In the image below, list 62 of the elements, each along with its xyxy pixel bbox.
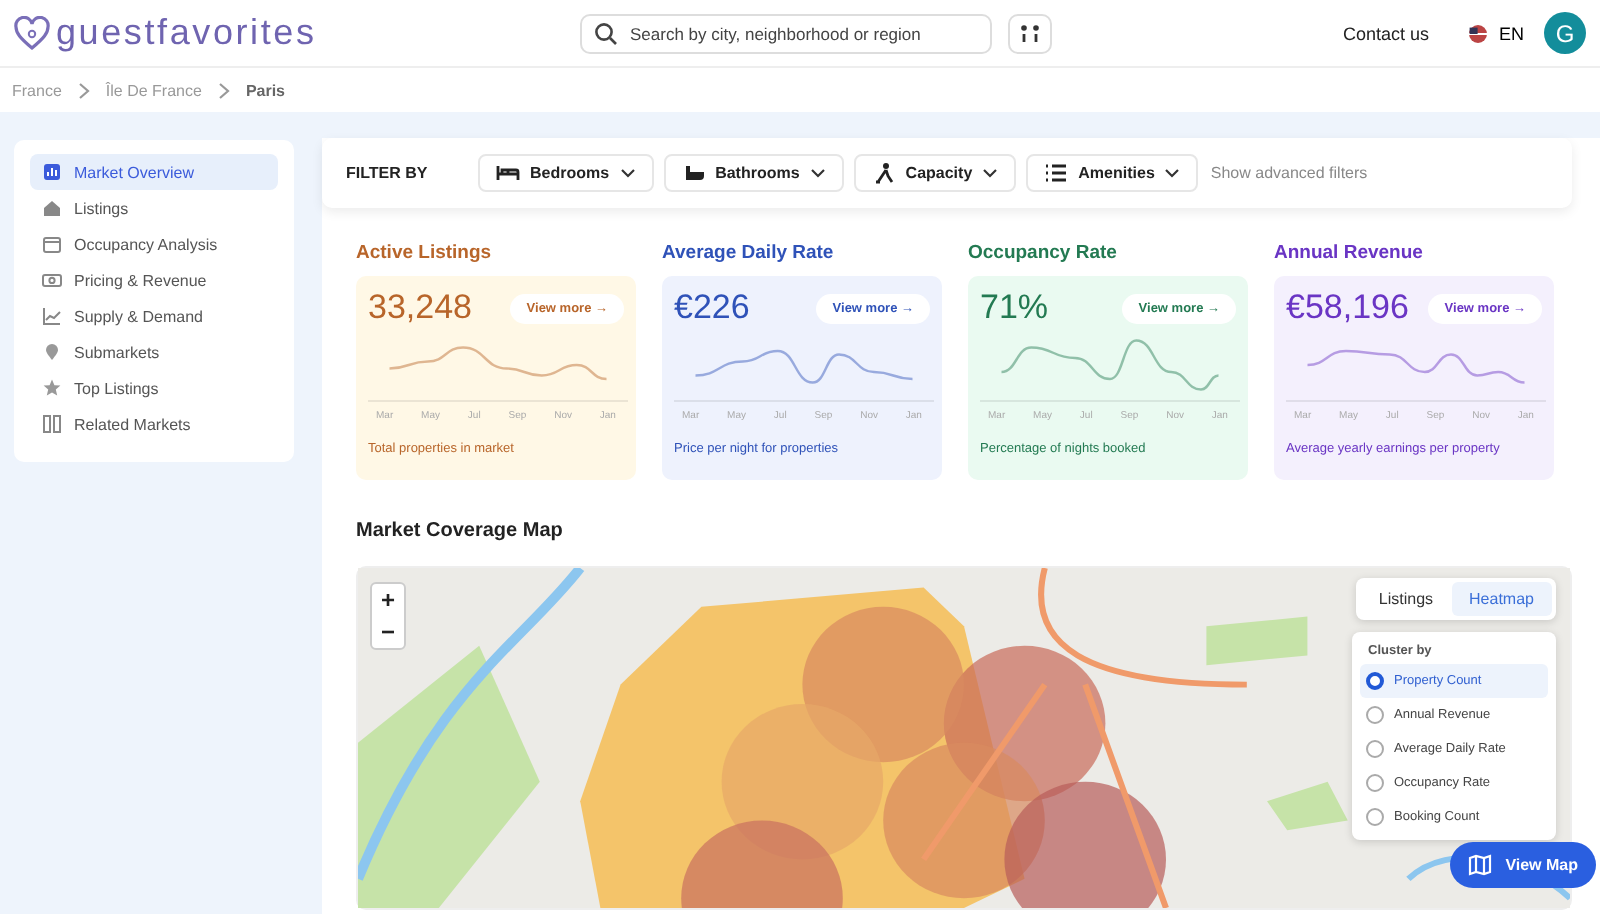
breadcrumb-link[interactable]: Paris (245, 81, 286, 99)
chevron-down-icon (982, 168, 999, 178)
filter-dropdown[interactable]: Bathrooms (663, 154, 844, 192)
filter-dropdown[interactable]: Capacity (853, 154, 1017, 192)
metric-title: Annual Revenue (1274, 242, 1425, 264)
star-icon (42, 378, 62, 398)
calendar-icon (42, 234, 62, 254)
bed-icon (496, 162, 520, 184)
metric-value: €226 (674, 288, 750, 328)
filter-label: FILTER BY (346, 164, 430, 182)
radio-button[interactable] (1366, 808, 1384, 826)
heart-logo-icon (14, 15, 50, 51)
sidebar-item[interactable]: Listings (30, 190, 278, 226)
metric-title: Occupancy Rate (968, 242, 1119, 264)
metric-value: 33,248 (368, 288, 472, 328)
chevron-down-icon (809, 168, 826, 178)
metric-value: €58,196 (1286, 288, 1409, 328)
chart-icon (42, 162, 62, 182)
home-icon (42, 198, 62, 218)
filter-button[interactable] (1008, 13, 1052, 53)
sidebar-item[interactable]: Top Listings (30, 370, 278, 406)
flag-icon (1468, 23, 1489, 43)
radio-button[interactable] (1366, 774, 1384, 792)
chevron-right-icon (217, 81, 230, 99)
advanced-filters-link[interactable]: Show advanced filters (1210, 164, 1368, 182)
chevron-down-icon (619, 168, 636, 178)
list-icon (1044, 162, 1069, 184)
pin-icon (42, 342, 62, 362)
radio-button[interactable] (1366, 706, 1384, 724)
metric-title: Average Daily Rate (662, 242, 836, 264)
filter-dropdown[interactable]: Amenities (1026, 154, 1199, 192)
banknote-icon (42, 270, 62, 290)
view-tab[interactable]: Heatmap (1451, 582, 1552, 616)
view-tab[interactable]: Listings (1360, 582, 1452, 616)
bath-icon (681, 162, 706, 184)
logo-text: guestfavorites (56, 12, 317, 54)
map-icon (1467, 854, 1492, 876)
metric-value: 71% (980, 288, 1049, 328)
compare-icon (42, 414, 62, 434)
zoom-out-button[interactable]: − (372, 616, 404, 648)
dots-icon (1020, 23, 1040, 43)
sidebar-item[interactable]: Related Markets (30, 406, 278, 442)
filter-dropdown[interactable]: Bedrooms (478, 154, 654, 192)
section-title: Market Coverage Map (356, 520, 565, 542)
sidebar-item[interactable]: Pricing & Revenue (30, 262, 278, 298)
contact-link[interactable]: Contact us (1342, 23, 1429, 43)
person-icon (871, 162, 896, 184)
radio-button[interactable] (1366, 672, 1384, 690)
sidebar-item[interactable]: Occupancy Analysis (30, 226, 278, 262)
chevron-down-icon (1164, 168, 1181, 178)
zoom-in-button[interactable]: + (372, 584, 404, 616)
search-field[interactable]: Search by city, neighborhood or region (580, 13, 992, 53)
line-chart-icon (42, 306, 62, 326)
metric-title: Active Listings (356, 242, 494, 264)
language-button[interactable]: EN (1468, 23, 1524, 43)
view-map-button[interactable]: View Map (1449, 842, 1596, 888)
sidebar-item[interactable]: Market Overview (30, 154, 278, 190)
radio-button[interactable] (1366, 740, 1384, 758)
chevron-right-icon (77, 81, 90, 99)
sidebar-item[interactable]: Submarkets (30, 334, 278, 370)
avatar[interactable]: G (1544, 12, 1586, 54)
sidebar-item[interactable]: Supply & Demand (30, 298, 278, 334)
